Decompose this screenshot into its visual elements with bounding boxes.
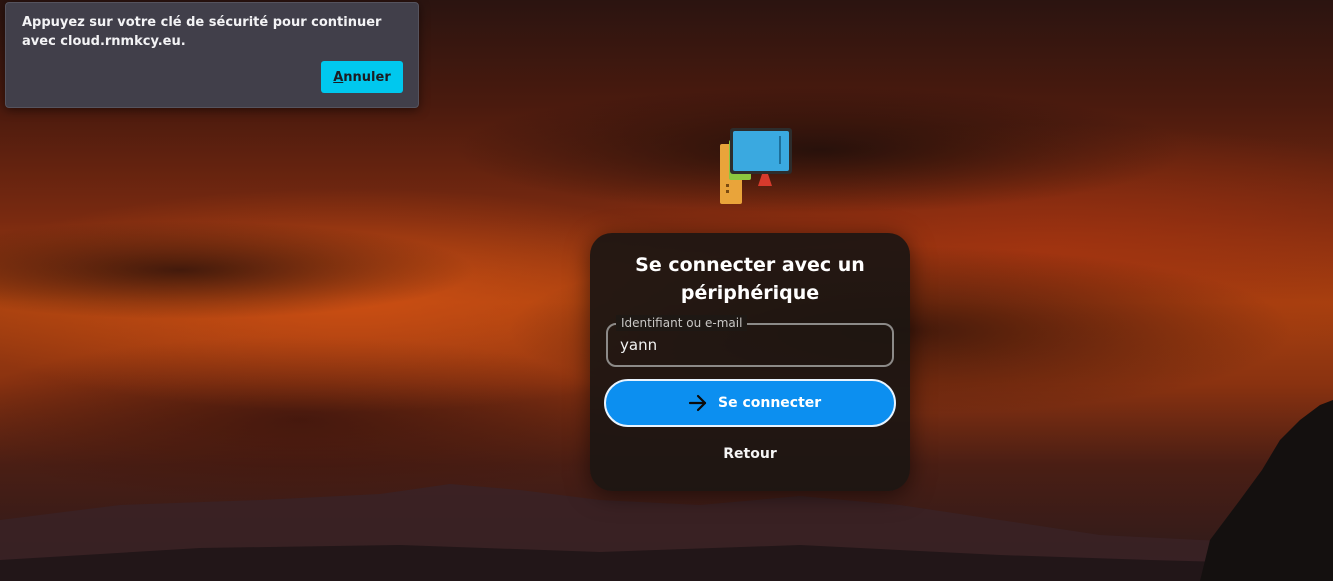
login-card: Se connecter avec un périphérique Identi… xyxy=(590,233,910,491)
cancel-label: nnuler xyxy=(343,69,391,85)
security-key-message: Appuyez sur votre clé de sécurité pour c… xyxy=(22,15,382,49)
cancel-accesskey: A xyxy=(333,69,344,85)
cancel-button[interactable]: Annuler xyxy=(321,61,403,93)
arrow-right-icon xyxy=(688,394,707,412)
username-input[interactable] xyxy=(620,334,880,356)
computer-devices-icon xyxy=(720,128,792,204)
back-link[interactable]: Retour xyxy=(700,444,800,464)
login-button-label: Se connecter xyxy=(718,395,822,411)
login-button[interactable]: Se connecter xyxy=(604,379,896,427)
username-label: Identifiant ou e-mail xyxy=(616,315,748,331)
username-field: Identifiant ou e-mail xyxy=(606,315,894,367)
security-key-prompt: Appuyez sur votre clé de sécurité pour c… xyxy=(5,2,419,108)
login-title: Se connecter avec un périphérique xyxy=(635,254,865,304)
